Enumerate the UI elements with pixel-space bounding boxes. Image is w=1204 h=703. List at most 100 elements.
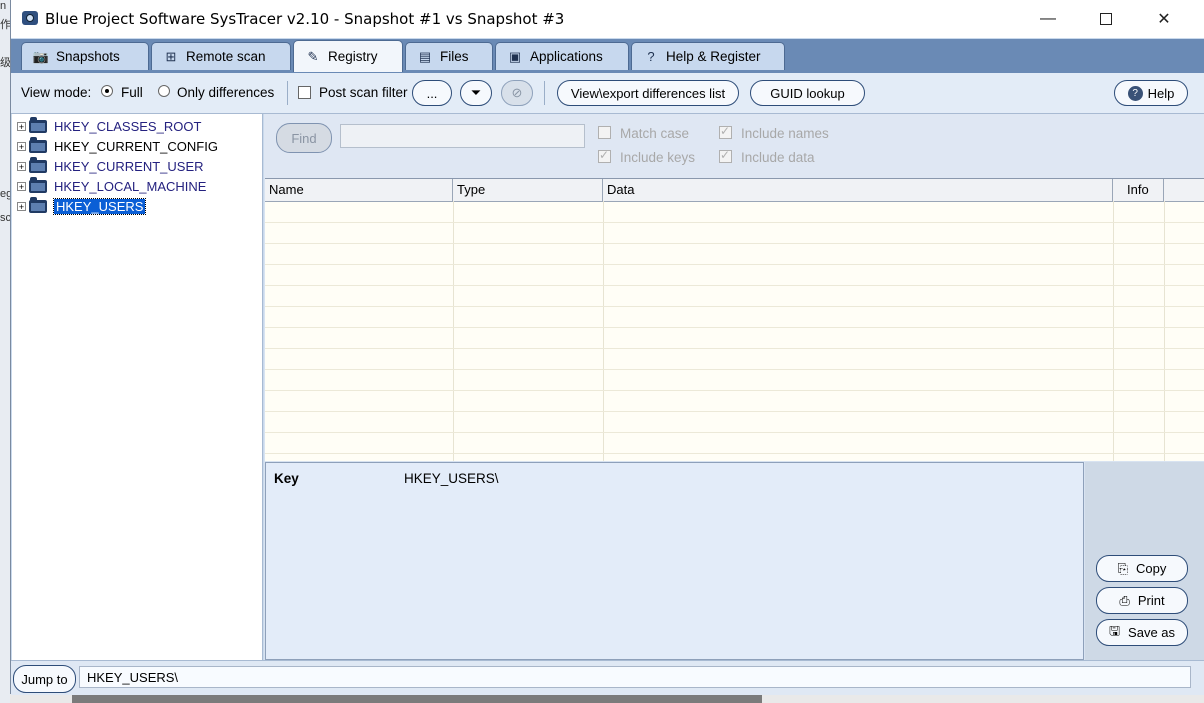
grid-row-line [265, 369, 1204, 370]
folder-icon [29, 156, 47, 173]
tab-label: Help & Register [666, 49, 761, 64]
grid-row-line [265, 285, 1204, 286]
main-tab-bar: 📷 Snapshots ⊞ Remote scan ✎ Registry ▤ F… [11, 39, 1204, 73]
grid-row-line [265, 432, 1204, 433]
only-differences-radio[interactable] [158, 85, 170, 97]
post-scan-filter-label[interactable]: Post scan filter [319, 85, 408, 100]
applications-icon: ▣ [508, 48, 522, 64]
window-title: Blue Project Software SysTracer v2.10 - … [45, 10, 565, 28]
folder-icon [29, 176, 47, 193]
include-data-checkbox[interactable] [719, 148, 732, 163]
save-as-button[interactable]: 🖫 Save as [1096, 619, 1188, 646]
maximize-button[interactable] [1077, 0, 1135, 38]
network-icon: ⊞ [165, 48, 177, 64]
find-input[interactable] [340, 124, 585, 148]
minimize-button[interactable]: — [1019, 0, 1077, 38]
key-label: Key [274, 471, 299, 486]
tree-node-selected[interactable]: + HKEY_USERS [17, 196, 147, 215]
grid-column-line [603, 201, 604, 461]
grid-header: Name Type Data Info [265, 179, 1204, 202]
save-as-label: Save as [1128, 625, 1176, 640]
folder-icon [29, 196, 47, 213]
registry-values-grid[interactable]: Name Type Data Info [265, 178, 1204, 461]
tab-snapshots[interactable]: 📷 Snapshots [21, 42, 149, 70]
tree-node[interactable]: + HKEY_CURRENT_CONFIG [17, 136, 218, 155]
tree-node-label[interactable]: HKEY_CURRENT_CONFIG [54, 139, 218, 154]
match-case-label: Match case [620, 126, 690, 141]
grid-column-line [453, 201, 454, 461]
print-button[interactable]: ⎙ Print [1096, 587, 1188, 614]
tree-node-label[interactable]: HKEY_LOCAL_MACHINE [54, 179, 206, 194]
include-names-checkbox[interactable] [719, 124, 732, 139]
tree-node[interactable]: + HKEY_CURRENT_USER [17, 156, 204, 175]
column-header-data[interactable]: Data [603, 179, 1113, 201]
grid-row-line [265, 411, 1204, 412]
column-header-type[interactable]: Type [453, 179, 603, 201]
save-icon: 🖫 [1108, 622, 1121, 638]
view-mode-label: View mode: [21, 85, 92, 100]
camera-icon: 📷 [32, 48, 50, 64]
view-export-differences-button[interactable]: View\export differences list [557, 80, 739, 106]
copy-button[interactable]: ⎘ Copy [1096, 555, 1188, 582]
column-header-info[interactable]: Info [1113, 179, 1164, 201]
clear-filter-icon: ⊘ [511, 85, 523, 100]
expand-icon[interactable]: + [17, 181, 26, 191]
jump-to-button[interactable]: Jump to [13, 665, 76, 693]
toolbar-separator [287, 81, 288, 105]
grid-row-line [265, 390, 1204, 391]
match-case-checkbox[interactable] [598, 126, 611, 139]
apply-filter-button[interactable]: ⏷ [460, 80, 492, 106]
full-radio-label[interactable]: Full [121, 85, 143, 100]
tree-node-label[interactable]: HKEY_CLASSES_ROOT [54, 119, 201, 134]
close-button[interactable]: ✕ [1135, 0, 1193, 38]
tab-label: Applications [530, 49, 603, 64]
grid-row-line [265, 327, 1204, 328]
tree-node[interactable]: + HKEY_LOCAL_MACHINE [17, 176, 206, 195]
grid-row-line [265, 453, 1204, 454]
maximize-icon [1100, 13, 1112, 25]
tab-applications[interactable]: ▣ Applications [495, 42, 629, 70]
help-button[interactable]: ? Help [1114, 80, 1188, 106]
tab-help-register[interactable]: ? Help & Register [631, 42, 785, 70]
help-icon: ? [647, 49, 655, 64]
guid-lookup-label: GUID lookup [770, 85, 845, 101]
find-button[interactable]: Find [276, 123, 332, 153]
post-scan-filter-checkbox[interactable] [298, 86, 311, 99]
tab-label: Remote scan [186, 49, 266, 64]
key-detail-panel: Key HKEY_USERS\ [265, 462, 1084, 660]
tab-label: Registry [328, 49, 378, 64]
filter-settings-button[interactable]: ... [412, 80, 452, 106]
ellipsis-label: ... [426, 85, 438, 101]
expand-icon[interactable]: + [17, 201, 26, 211]
only-differences-label[interactable]: Only differences [177, 85, 274, 100]
column-header-name[interactable]: Name [265, 179, 453, 201]
print-label: Print [1137, 593, 1165, 608]
find-bar: Find Match case Include names Include ke… [264, 114, 1204, 178]
tab-files[interactable]: ▤ Files [405, 42, 493, 70]
tree-node-label[interactable]: HKEY_CURRENT_USER [54, 159, 204, 174]
view-export-label: View\export differences list [570, 85, 726, 101]
guid-lookup-button[interactable]: GUID lookup [750, 80, 865, 106]
folder-icon [29, 136, 47, 153]
jump-to-path-input[interactable]: HKEY_USERS\ [79, 666, 1191, 688]
tree-node-label[interactable]: HKEY_USERS [52, 197, 147, 215]
include-keys-checkbox[interactable] [598, 148, 611, 163]
registry-tree[interactable]: + HKEY_CLASSES_ROOT + HKEY_CURRENT_CONFI… [12, 114, 263, 660]
expand-icon[interactable]: + [17, 121, 26, 131]
tab-registry[interactable]: ✎ Registry [293, 40, 403, 72]
grid-row-line [265, 264, 1204, 265]
desktop-fragment: n [0, 0, 7, 12]
toolbar-separator [544, 81, 545, 105]
include-names-label: Include names [741, 126, 829, 141]
tree-node[interactable]: + HKEY_CLASSES_ROOT [17, 116, 201, 135]
camera-icon [22, 11, 38, 25]
clear-filter-button[interactable]: ⊘ [501, 80, 533, 106]
app-window: Blue Project Software SysTracer v2.10 - … [10, 0, 1204, 695]
expand-icon[interactable]: + [17, 141, 26, 151]
title-bar: Blue Project Software SysTracer v2.10 - … [11, 0, 1204, 38]
expand-icon[interactable]: + [17, 161, 26, 171]
tab-remote-scan[interactable]: ⊞ Remote scan [151, 42, 291, 70]
grid-row-line [265, 306, 1204, 307]
desktop-background: n 作 级 eg sc [0, 0, 12, 703]
full-radio[interactable] [101, 85, 113, 97]
